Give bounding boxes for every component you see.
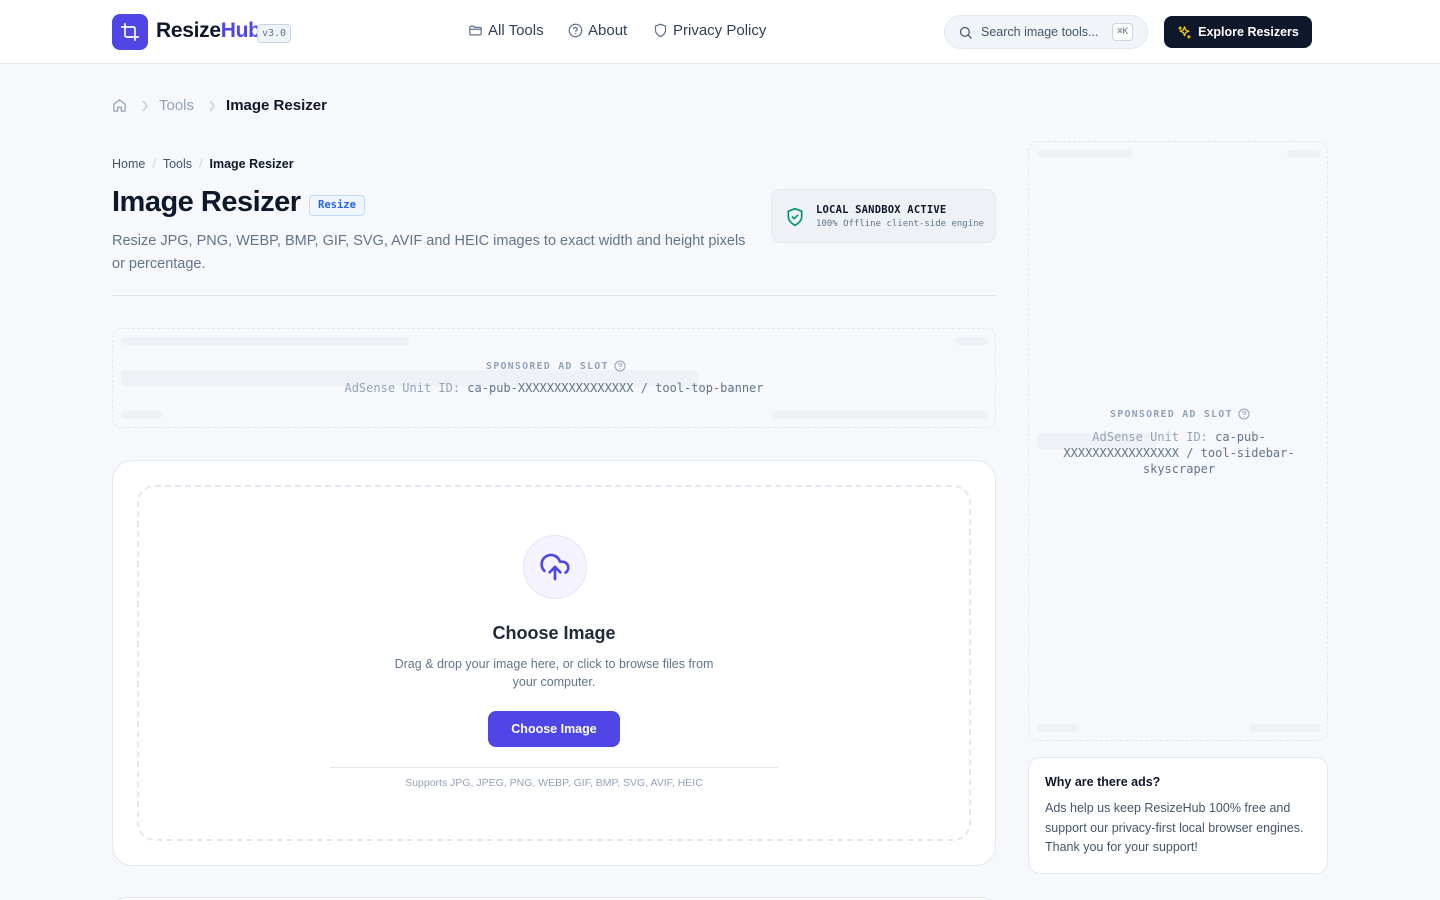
sparkles-icon: [1178, 25, 1191, 39]
ad-unit-id: AdSense Unit ID: ca-pub-XXXXXXXXXXXXXXXX…: [113, 380, 995, 396]
folder-icon: [469, 25, 482, 36]
nav-label: Privacy Policy: [673, 22, 767, 39]
ad-label: SPONSORED AD SLOT: [486, 360, 626, 372]
ad-placeholder-bar: [771, 411, 988, 419]
sandbox-status: LOCAL SANDBOX ACTIVE 100% Offline client…: [771, 189, 996, 243]
why-ads-card: Why are there ads? Ads help us keep Resi…: [1028, 757, 1328, 874]
why-ads-body: Ads help us keep ResizeHub 100% free and…: [1045, 801, 1304, 854]
nav-about[interactable]: About: [568, 22, 627, 39]
help-circle-icon[interactable]: [1238, 408, 1250, 420]
page-description: Resize JPG, PNG, WEBP, BMP, GIF, SVG, AV…: [112, 233, 746, 272]
ad-id-prefix: AdSense Unit ID:: [344, 381, 461, 395]
breadcrumb-home[interactable]: Home: [112, 157, 145, 171]
chevron-right-icon: [209, 99, 216, 112]
divider: [112, 295, 996, 296]
shield-icon: [654, 23, 667, 38]
ad-id-value: ca-pub-XXXXXXXXXXXXXXXX / tool-top-banne…: [467, 381, 764, 395]
home-icon[interactable]: [112, 98, 127, 113]
ad-label-text: SPONSORED AD SLOT: [1110, 408, 1233, 420]
upload-card: Choose Image Drag & drop your image here…: [112, 460, 996, 866]
nav-privacy-policy[interactable]: Privacy Policy: [653, 22, 766, 39]
breadcrumb-secondary: Home / Tools / Image Resizer: [112, 157, 294, 171]
brand-name[interactable]: ResizeHub: [156, 19, 261, 43]
ad-placeholder-bar: [1037, 150, 1132, 158]
ad-id-prefix: AdSense Unit ID:: [1092, 430, 1208, 444]
breadcrumb-separator: /: [199, 157, 203, 171]
shield-check-icon: [787, 207, 803, 227]
brand-part-2: Hub: [220, 19, 261, 42]
ad-unit-id: AdSense Unit ID: ca-pub-XXXXXXXXXXXXXXXX…: [1059, 429, 1299, 477]
sidebar-ad-slot: SPONSORED AD SLOT AdSense Unit ID: ca-pu…: [1028, 141, 1328, 741]
top-header: ResizeHub v3.0 All Tools About Privacy P…: [0, 0, 1440, 64]
breadcrumb-separator: /: [152, 157, 156, 171]
help-circle-icon[interactable]: [614, 360, 626, 372]
why-ads-title: Why are there ads?: [1045, 775, 1161, 789]
ad-placeholder-bar: [1037, 724, 1078, 732]
ad-placeholder-bar: [121, 411, 162, 419]
ad-placeholder-bar: [1287, 150, 1320, 158]
help-circle-icon: [568, 23, 583, 38]
logo[interactable]: [112, 14, 148, 50]
category-badge: Resize: [309, 195, 365, 216]
search-box[interactable]: ⌘K: [944, 15, 1148, 49]
breadcrumb-current: Image Resizer: [226, 97, 327, 114]
breadcrumb-tools[interactable]: Tools: [159, 97, 194, 114]
crop-icon: [120, 22, 140, 42]
search-shortcut: ⌘K: [1112, 23, 1133, 41]
upload-icon-circle: [523, 535, 587, 599]
chevron-right-icon: [142, 99, 149, 112]
search-icon: [959, 26, 972, 39]
upload-title: Choose Image: [492, 623, 616, 643]
ad-placeholder-bar: [955, 337, 988, 345]
ad-placeholder-bar: [121, 337, 410, 345]
page-title: Image Resizer: [112, 186, 301, 218]
nav-label: All Tools: [488, 22, 544, 39]
breadcrumb-tools[interactable]: Tools: [163, 157, 192, 171]
brand-part-1: Resize: [156, 19, 221, 42]
divider: [330, 767, 778, 768]
ad-label-text: SPONSORED AD SLOT: [486, 360, 609, 372]
ad-label: SPONSORED AD SLOT: [1110, 408, 1250, 420]
top-ad-slot: SPONSORED AD SLOT AdSense Unit ID: ca-pu…: [112, 328, 996, 428]
breadcrumb-current: Image Resizer: [209, 157, 294, 171]
explore-label: Explore Resizers: [1198, 25, 1299, 39]
search-input[interactable]: [981, 25, 1109, 39]
supported-formats: Supports JPG, JPEG, PNG, WEBP, GIF, BMP,…: [405, 777, 703, 789]
version-badge: v3.0: [257, 24, 292, 43]
breadcrumb: Tools Image Resizer: [112, 97, 327, 114]
nav-label: About: [588, 22, 628, 39]
drop-zone[interactable]: Choose Image Drag & drop your image here…: [137, 485, 971, 841]
explore-resizers-button[interactable]: Explore Resizers: [1164, 16, 1312, 48]
upload-description: Drag & drop your image here, or click to…: [394, 657, 714, 689]
cloud-upload-icon: [540, 553, 570, 581]
sandbox-subtitle: 100% Offline client-side engine: [816, 219, 984, 229]
nav-all-tools[interactable]: All Tools: [468, 22, 544, 39]
choose-image-button[interactable]: Choose Image: [488, 711, 620, 747]
sandbox-title: LOCAL SANDBOX ACTIVE: [816, 204, 947, 216]
ad-placeholder-bar: [1249, 724, 1320, 732]
